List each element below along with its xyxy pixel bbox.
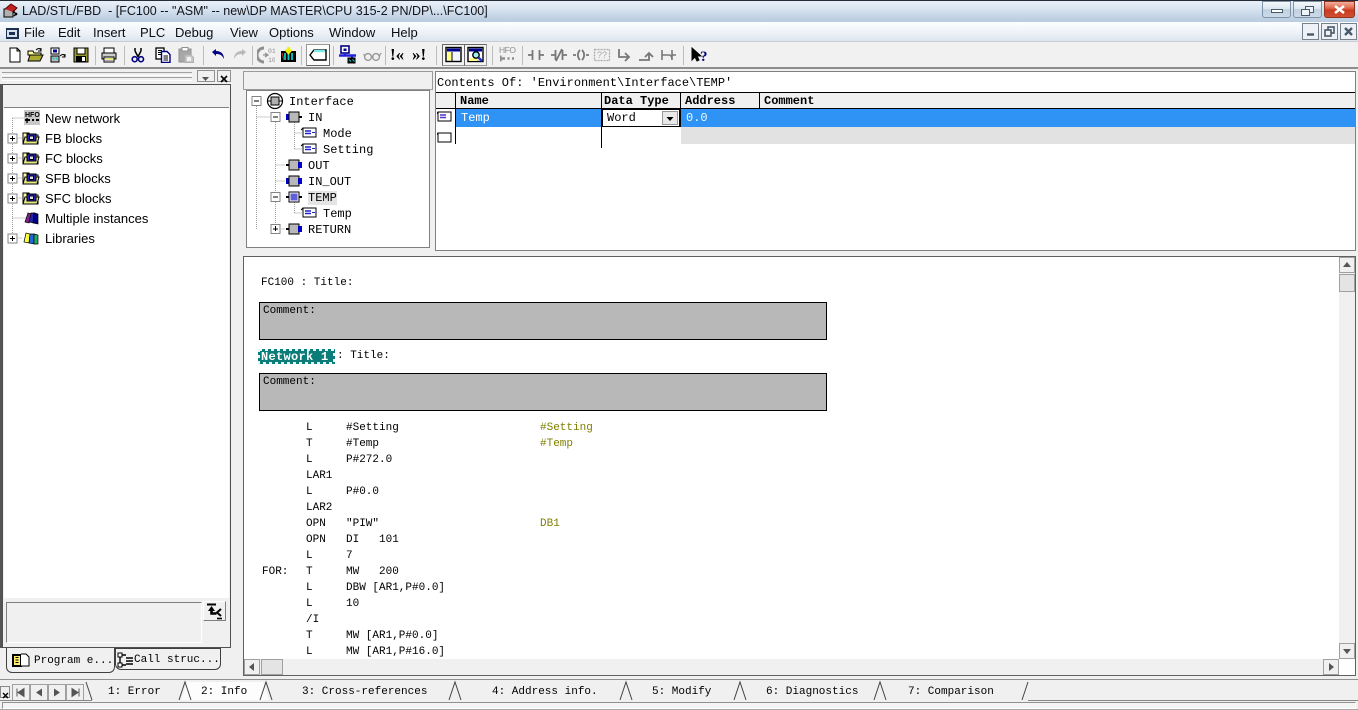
svg-text:??: ?? — [597, 50, 607, 60]
svg-text:HFO: HFO — [499, 45, 516, 55]
svg-text:01: 01 — [268, 48, 275, 55]
svg-text:?: ? — [700, 49, 708, 64]
svg-text:HFO: HFO — [25, 112, 40, 119]
svg-text:10: 10 — [268, 57, 275, 64]
svg-text:!«: !« — [390, 45, 404, 64]
svg-text:»!: »! — [412, 45, 426, 64]
